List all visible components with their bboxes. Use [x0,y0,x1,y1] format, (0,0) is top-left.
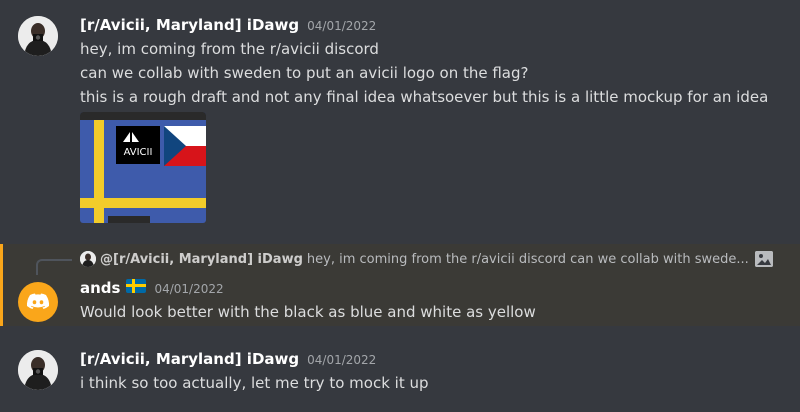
reply-spine [36,259,72,275]
image-icon [754,251,773,267]
reply-reference[interactable]: @[r/Avicii, Maryland] iDawg hey, im comi… [80,251,773,267]
author-name[interactable]: ands [80,279,120,297]
reply-preview[interactable]: hey, im coming from the r/avicii discord… [307,252,749,267]
image-attachment[interactable]: AVICII [80,112,206,223]
author-name[interactable]: [r/Avicii, Maryland] iDawg [80,350,299,368]
message-line: i think so too actually, let me try to m… [80,374,429,392]
reply-avatar [80,251,96,267]
timestamp: 04/01/2022 [307,353,377,367]
reply-author[interactable]: @[r/Avicii, Maryland] iDawg [100,252,303,267]
attachment-logo-text: AVICII [124,147,153,158]
message-line: hey, im coming from the r/avicii discord [80,40,379,58]
timestamp: 04/01/2022 [154,282,224,296]
user-avatar[interactable] [18,350,58,390]
timestamp: 04/01/2022 [307,19,377,33]
message-line: this is a rough draft and not any final … [80,88,769,106]
mention-highlight-bar [0,244,3,326]
sweden-flag-icon [126,279,147,293]
author-name[interactable]: [r/Avicii, Maryland] iDawg [80,16,299,34]
message-line: Would look better with the black as blue… [80,303,536,321]
message-line: can we collab with sweden to put an avic… [80,64,529,82]
discord-logo-icon [26,293,50,309]
user-avatar[interactable] [18,16,58,56]
user-avatar[interactable] [18,282,58,322]
message-2: @[r/Avicii, Maryland] iDawg hey, im comi… [0,244,800,326]
